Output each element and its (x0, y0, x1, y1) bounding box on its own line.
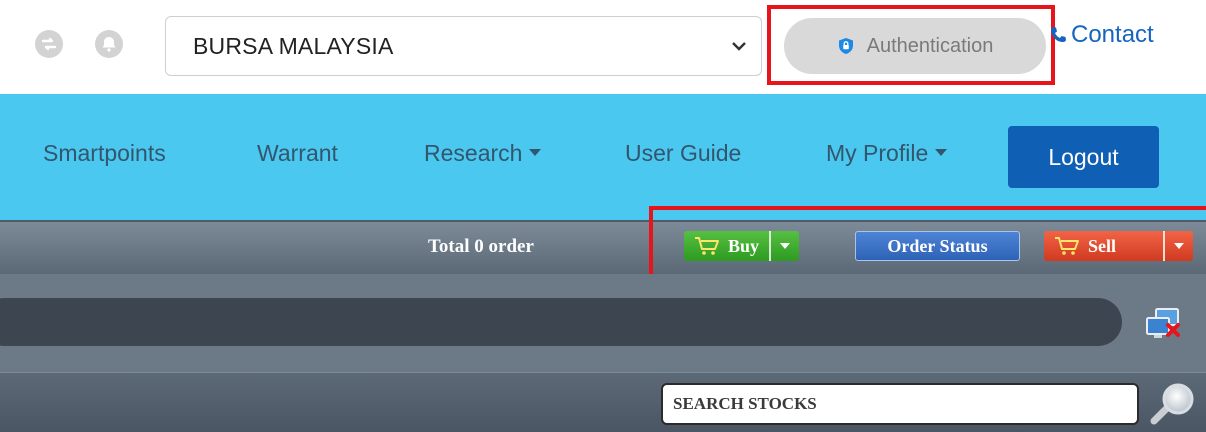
authentication-button[interactable]: Authentication (784, 18, 1046, 74)
order-status-button[interactable]: Order Status (855, 231, 1020, 261)
caret-down-icon (780, 243, 791, 249)
market-select[interactable]: BURSA MALAYSIA (165, 16, 762, 76)
search-stocks-input[interactable] (661, 383, 1139, 425)
transfer-icon[interactable] (35, 30, 63, 58)
cart-icon (1055, 237, 1079, 255)
nav-item-research[interactable]: Research (424, 140, 542, 167)
nav-item-research-label: Research (424, 140, 523, 166)
phone-icon (1051, 27, 1066, 42)
magnifier-icon[interactable] (1148, 379, 1198, 429)
top-bar: BURSA MALAYSIA Authentication Contact (0, 0, 1206, 94)
contact-link[interactable]: Contact (1049, 20, 1154, 50)
caret-down-icon (529, 149, 542, 157)
sell-dropdown-toggle[interactable] (1163, 231, 1193, 261)
caret-down-icon (1174, 243, 1184, 249)
nav-item-my-profile[interactable]: My Profile (826, 140, 948, 167)
caret-down-icon (935, 149, 948, 157)
nav-item-my-profile-label: My Profile (826, 140, 929, 166)
authentication-highlight-frame: Authentication (767, 5, 1055, 85)
ticker-track (0, 298, 1122, 346)
sell-button[interactable]: Sell (1044, 231, 1163, 261)
main-navbar: Smartpoints Warrant Research User Guide … (0, 94, 1206, 220)
disconnected-monitor-icon[interactable] (1144, 306, 1186, 342)
cart-icon (695, 237, 719, 255)
authentication-label: Authentication (866, 34, 994, 57)
sell-button-group: Sell (1044, 231, 1193, 261)
sell-label: Sell (1088, 235, 1117, 256)
buy-button-group: Buy (684, 231, 800, 261)
total-order-count: Total 0 order (428, 236, 534, 257)
chevron-down-icon (732, 42, 746, 51)
contact-label: Contact (1071, 21, 1154, 48)
alarm-bell-icon[interactable] (95, 30, 123, 58)
buy-dropdown-toggle[interactable] (769, 231, 800, 261)
shield-icon (838, 38, 853, 54)
logout-button[interactable]: Logout (1008, 126, 1159, 188)
nav-item-user-guide[interactable]: User Guide (625, 140, 741, 167)
search-bar (0, 372, 1206, 432)
nav-item-warrant[interactable]: Warrant (257, 140, 338, 167)
market-select-value: BURSA MALAYSIA (193, 32, 394, 59)
ticker-area (0, 274, 1206, 372)
nav-item-smartpoints[interactable]: Smartpoints (43, 140, 166, 167)
buy-button[interactable]: Buy (684, 231, 770, 261)
buy-label: Buy (728, 235, 760, 256)
